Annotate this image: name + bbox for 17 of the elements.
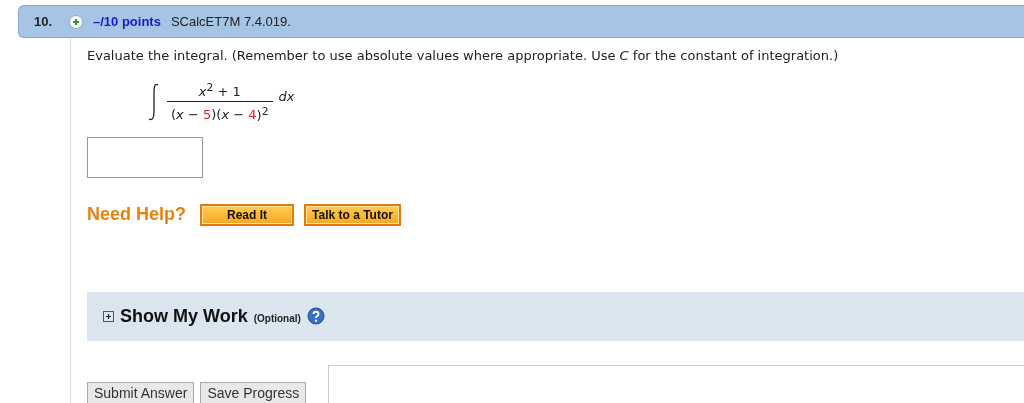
need-help-label: Need Help? — [87, 204, 187, 226]
optional-note: (Optional) — [253, 312, 301, 324]
show-my-work-title[interactable]: Show My Work — [120, 305, 248, 327]
save-progress-button[interactable]: Save Progress — [200, 381, 307, 403]
read-it-button[interactable]: Read It — [200, 203, 295, 226]
problem-source: SCalcET7M 7.4.019. — [170, 14, 291, 29]
tutor-button[interactable]: Talk to a Tutor — [304, 203, 401, 226]
submit-answer-button[interactable]: Submit Answer — [87, 381, 195, 403]
answer-field[interactable] — [87, 136, 203, 178]
integral-sign — [147, 81, 161, 122]
question-number: 10. — [34, 14, 54, 29]
question-prompt: Evaluate the integral. (Remember to use absolute values where appropriate. Use C for the constant of integration.) — [87, 48, 840, 63]
points: –/10 points — [93, 14, 161, 29]
expand-icon[interactable] — [103, 310, 114, 322]
integral-expression: x$^{2}$ + 1 (x − 5)(x − 4)$^{2}$ dx — [147, 81, 1024, 123]
plus-icon[interactable] — [69, 14, 83, 29]
help-icon[interactable] — [306, 307, 325, 326]
